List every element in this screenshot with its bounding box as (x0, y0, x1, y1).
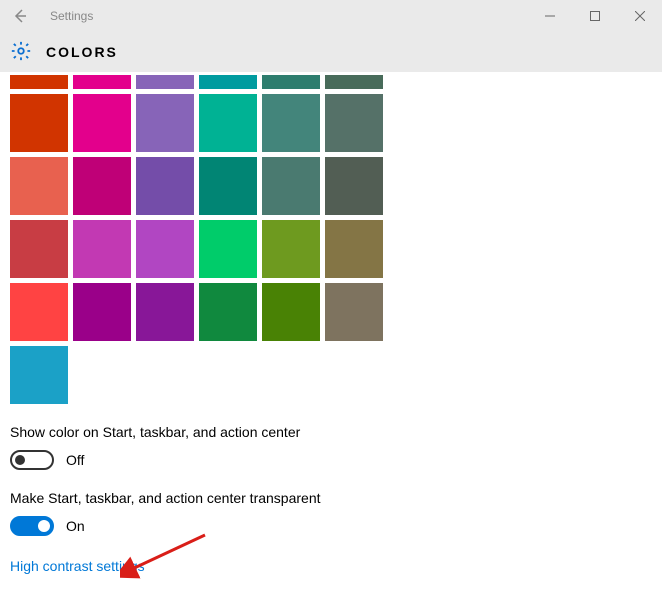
color-swatch[interactable] (262, 157, 320, 215)
color-swatch[interactable] (262, 94, 320, 152)
color-grid (10, 94, 410, 404)
high-contrast-link[interactable]: High contrast settings (10, 558, 145, 574)
gear-icon (10, 40, 32, 65)
color-swatch[interactable] (10, 346, 68, 404)
minimize-button[interactable] (527, 0, 572, 32)
color-swatch[interactable] (262, 283, 320, 341)
color-swatch[interactable] (199, 75, 257, 89)
maximize-icon (590, 11, 600, 21)
color-swatch[interactable] (73, 157, 131, 215)
back-button[interactable] (0, 0, 40, 32)
color-swatch[interactable] (73, 220, 131, 278)
page-header: COLORS (0, 32, 662, 72)
show-color-toggle-row: Off (10, 450, 652, 470)
minimize-icon (545, 11, 555, 21)
show-color-toggle[interactable] (10, 450, 54, 470)
color-swatch[interactable] (73, 75, 131, 89)
color-swatch[interactable] (10, 94, 68, 152)
color-swatch[interactable] (73, 283, 131, 341)
content-area: Show color on Start, taskbar, and action… (0, 75, 662, 584)
color-swatch[interactable] (136, 283, 194, 341)
color-swatch[interactable] (325, 94, 383, 152)
color-swatch[interactable] (199, 220, 257, 278)
color-swatch[interactable] (199, 94, 257, 152)
color-swatch[interactable] (73, 94, 131, 152)
color-swatch[interactable] (199, 157, 257, 215)
color-swatch[interactable] (262, 220, 320, 278)
color-swatch[interactable] (136, 75, 194, 89)
color-swatch[interactable] (10, 283, 68, 341)
show-color-label: Show color on Start, taskbar, and action… (10, 424, 652, 440)
maximize-button[interactable] (572, 0, 617, 32)
color-swatch[interactable] (262, 75, 320, 89)
close-icon (635, 11, 645, 21)
color-swatch[interactable] (10, 220, 68, 278)
color-swatch[interactable] (136, 157, 194, 215)
show-color-state: Off (66, 452, 84, 468)
app-title: Settings (50, 9, 93, 23)
close-button[interactable] (617, 0, 662, 32)
transparent-state: On (66, 518, 85, 534)
window-controls (527, 0, 662, 32)
color-swatch[interactable] (325, 283, 383, 341)
titlebar: Settings (0, 0, 662, 32)
color-swatch[interactable] (325, 157, 383, 215)
arrow-left-icon (12, 8, 28, 24)
color-swatch[interactable] (199, 283, 257, 341)
color-swatch[interactable] (325, 75, 383, 89)
color-swatch[interactable] (136, 220, 194, 278)
transparent-toggle[interactable] (10, 516, 54, 536)
color-swatch[interactable] (136, 94, 194, 152)
color-swatch[interactable] (325, 220, 383, 278)
color-swatch[interactable] (10, 157, 68, 215)
transparent-toggle-row: On (10, 516, 652, 536)
color-swatch[interactable] (10, 75, 68, 89)
transparent-label: Make Start, taskbar, and action center t… (10, 490, 652, 506)
page-title: COLORS (46, 44, 118, 60)
color-grid-partial-row (10, 75, 410, 89)
